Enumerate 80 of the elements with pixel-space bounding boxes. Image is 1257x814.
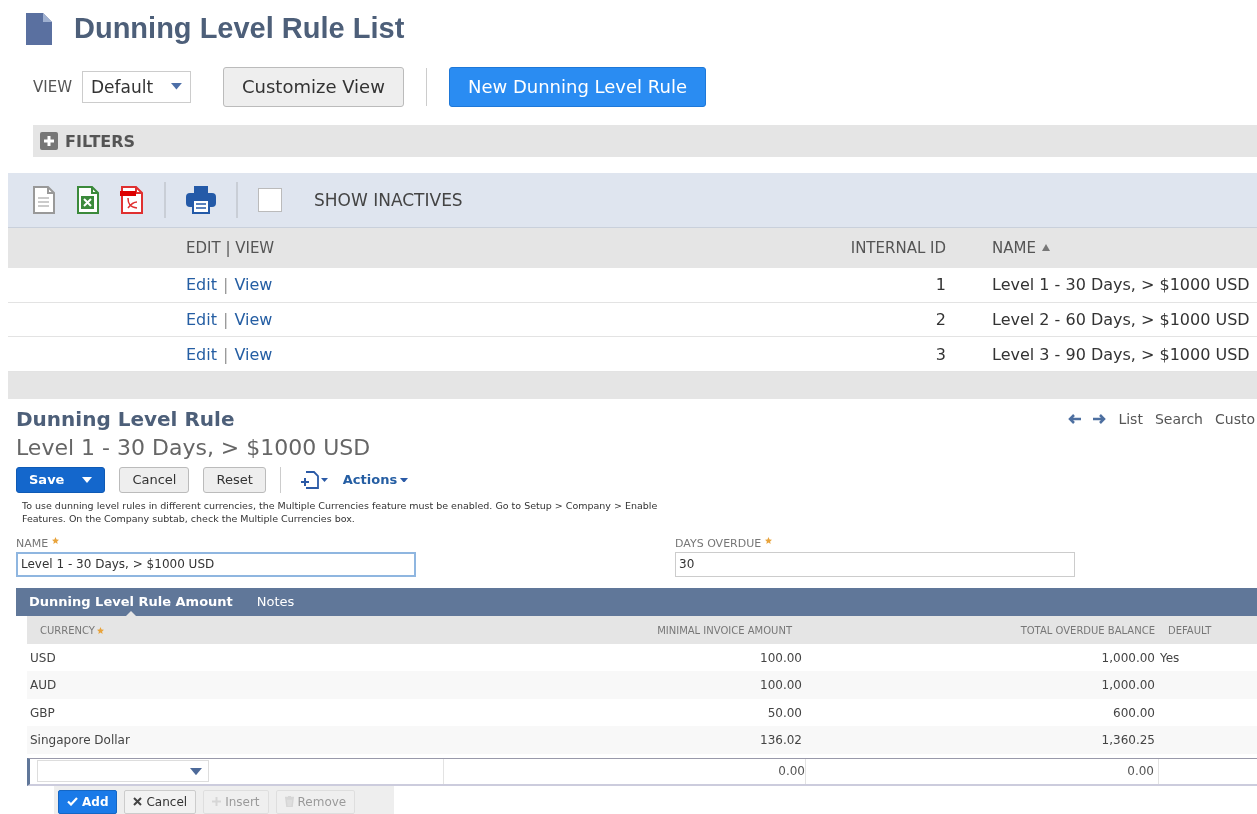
show-inactives-label: SHOW INACTIVES xyxy=(314,190,463,211)
text-field[interactable]: 30 xyxy=(675,551,1075,577)
edit-link[interactable]: Edit xyxy=(186,344,217,364)
column-header[interactable]: INTERNAL ID xyxy=(850,238,946,257)
print-icon[interactable] xyxy=(186,186,216,215)
table-cell-text: 1 xyxy=(934,275,946,295)
field-label: NAME xyxy=(16,536,49,550)
page-title: Dunning Level Rule List xyxy=(74,12,405,46)
table-cell: 1,000.00 xyxy=(1101,678,1155,693)
view-select[interactable]: Default xyxy=(82,70,191,103)
view-link[interactable]: View xyxy=(234,344,273,364)
text-field[interactable]: Level 1 - 30 Days, > $1000 USD xyxy=(16,551,416,577)
amount-field[interactable]: 0.00 xyxy=(778,764,805,779)
table-cell: 136.02 xyxy=(760,733,802,748)
check-icon xyxy=(67,797,78,807)
caret-icon xyxy=(190,767,202,776)
view-link[interactable]: View xyxy=(234,275,273,295)
customize-view-button[interactable]: Customize View xyxy=(223,66,404,107)
edit-link[interactable]: Edit xyxy=(186,309,217,329)
table-cell-text: 2 xyxy=(934,309,946,329)
plus-icon xyxy=(212,797,222,807)
cancel-button[interactable]: Cancel xyxy=(124,789,197,814)
field-label: DAYS OVERDUE xyxy=(675,536,762,550)
view-link[interactable]: View xyxy=(234,309,273,329)
link-separator: | xyxy=(223,275,229,295)
table-cell-text: 3 xyxy=(934,344,946,364)
filters-bar[interactable]: FILTERS xyxy=(33,125,1257,158)
add-button[interactable]: Add xyxy=(58,789,118,814)
reset-button[interactable]: Reset xyxy=(203,466,266,493)
new-button[interactable]: New Dunning Level Rule xyxy=(448,66,706,107)
table-cell: USD xyxy=(30,650,56,665)
caret-icon xyxy=(82,476,93,483)
nav-link[interactable]: Custo xyxy=(1215,410,1255,427)
save-button[interactable]: Save xyxy=(16,466,106,493)
record-title: Level 1 - 30 Days, > $1000 USD xyxy=(16,434,372,462)
column-header: DEFAULT xyxy=(1168,625,1212,637)
column-header[interactable]: NAME xyxy=(992,238,1036,257)
close-icon xyxy=(133,797,143,807)
table-cell: 1,000.00 xyxy=(1101,650,1155,665)
record-type-title: Dunning Level Rule xyxy=(16,406,235,431)
link-separator: | xyxy=(223,344,229,364)
back-arrow-icon[interactable] xyxy=(1068,413,1082,424)
table-cell-text: Level 2 - 60 Days, > $1000 USD xyxy=(991,309,1251,329)
table-cell-text: Level 1 - 30 Days, > $1000 USD xyxy=(991,275,1251,295)
link-separator: | xyxy=(223,309,229,329)
column-header: CURRENCY xyxy=(40,625,95,637)
actions-menu[interactable]: Actions xyxy=(342,472,409,488)
amount-field[interactable]: 0.00 xyxy=(1127,764,1154,779)
table-cell: Yes xyxy=(1160,650,1180,665)
table-cell: 100.00 xyxy=(760,650,802,665)
table-cell: GBP xyxy=(30,705,55,720)
table-cell: AUD xyxy=(30,678,57,693)
table-cell: Singapore Dollar xyxy=(30,733,130,748)
forward-arrow-icon[interactable] xyxy=(1093,413,1107,424)
show-inactives-checkbox[interactable] xyxy=(258,188,282,213)
caret-icon xyxy=(171,82,182,91)
view-label: VIEW xyxy=(33,77,72,96)
document-icon xyxy=(26,12,52,45)
table-cell: 100.00 xyxy=(760,678,802,693)
nav-link[interactable]: List xyxy=(1118,410,1143,427)
export-pdf-icon[interactable] xyxy=(120,186,144,215)
nav-link[interactable]: Search xyxy=(1154,410,1203,427)
table-cell: 600.00 xyxy=(1113,705,1155,720)
caret-icon xyxy=(400,477,409,483)
subtab[interactable]: Notes xyxy=(256,587,295,616)
info-note: To use dunning level rules in different currencies, the Multiple Currencies feature must be enabled. Go to Setup > Company > Enable Features. On the Company subtab, check the Multiple Currencies box. xyxy=(22,498,659,525)
column-header[interactable]: EDIT | VIEW xyxy=(186,238,275,257)
export-excel-icon[interactable] xyxy=(76,186,100,215)
table-cell: 1,360.25 xyxy=(1101,733,1155,748)
table-cell-text: Level 3 - 90 Days, > $1000 USD xyxy=(991,344,1251,364)
column-header: MINIMAL INVOICE AMOUNT xyxy=(657,625,792,637)
cancel-button[interactable]: Cancel xyxy=(119,466,190,493)
expand-icon[interactable] xyxy=(40,132,58,151)
export-csv-icon[interactable] xyxy=(32,186,56,215)
trash-icon xyxy=(284,796,294,808)
table-cell: 50.00 xyxy=(767,705,802,720)
edit-link[interactable]: Edit xyxy=(186,275,217,295)
column-header: TOTAL OVERDUE BALANCE xyxy=(1020,625,1155,637)
new-document-icon[interactable] xyxy=(300,470,329,489)
filters-label: FILTERS xyxy=(65,131,136,151)
